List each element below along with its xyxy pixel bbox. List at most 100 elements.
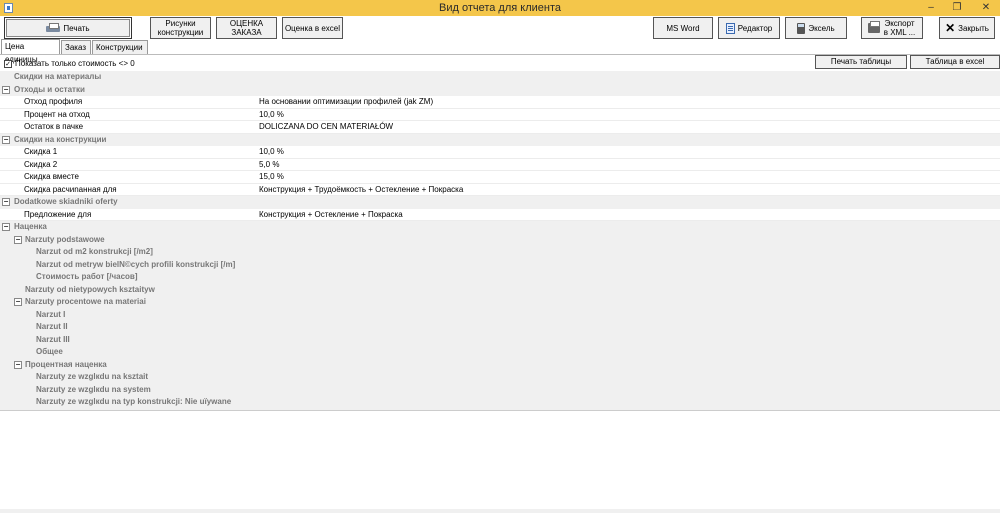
show-nonzero-label: Показать только стоимость <> 0 bbox=[15, 59, 135, 68]
tree-node[interactable]: Narzuty ze wzglкdu na system bbox=[0, 383, 1000, 396]
tree-node-label: Narzut III bbox=[36, 334, 70, 344]
tree-node-label: Narzuty procentowe na materiai bbox=[25, 297, 146, 306]
grid-row-value[interactable]: На основании оптимизации профилей (jak Z… bbox=[259, 96, 433, 108]
tree-node-label: Narzuty ze wzglкdu na system bbox=[36, 384, 151, 394]
ms-word-button-label: MS Word bbox=[666, 23, 700, 33]
tab-order[interactable]: Заказ bbox=[61, 40, 91, 54]
tree-node-label: Narzuty od nietypowych ksztaitуw bbox=[25, 284, 155, 294]
tree-node[interactable]: − Наценка bbox=[0, 221, 1000, 234]
close-icon: ✕ bbox=[945, 20, 956, 35]
grid-row-value[interactable]: DOLICZANA DO CEN MATERIAŁÓW bbox=[259, 121, 393, 133]
grid-row-label: Процент на отход bbox=[24, 109, 90, 119]
tree-node[interactable]: Narzuty od nietypowych ksztaitуw bbox=[0, 283, 1000, 296]
printer-icon bbox=[46, 23, 61, 33]
restore-button[interactable]: ❐ bbox=[944, 0, 970, 16]
show-nonzero-checkbox[interactable]: ✓ bbox=[4, 59, 12, 68]
grid-row-value[interactable]: 10,0 % bbox=[259, 109, 284, 121]
title-bar: Вид отчета для клиента – ❐ ✕ bbox=[0, 0, 1000, 16]
excel-button-label: Эксель bbox=[808, 23, 835, 33]
tree-node-label: Общее bbox=[36, 347, 63, 356]
grid-category-label: Скидки на конструкции bbox=[14, 134, 107, 144]
print-button[interactable]: Печать bbox=[4, 17, 132, 39]
grid-category[interactable]: − Отходы и остатки bbox=[0, 83, 1000, 96]
editor-button[interactable]: Редактор bbox=[718, 17, 780, 39]
calculator-icon bbox=[797, 22, 806, 34]
markup-tree: − Наценка − Narzuty podstawowe Narzut od… bbox=[0, 221, 1000, 410]
excel-button[interactable]: Эксель bbox=[785, 17, 847, 39]
xml-export-button[interactable]: Экспорт в XML ... bbox=[861, 17, 923, 39]
collapse-icon[interactable]: − bbox=[14, 298, 22, 306]
close-button[interactable]: ✕ Закрыть bbox=[939, 17, 995, 39]
tree-node-label: Наценка bbox=[14, 222, 47, 231]
tree-node-label: Narzut I bbox=[36, 309, 66, 319]
grid-category[interactable]: − Dodatkowe skiadniki oferty bbox=[0, 196, 1000, 209]
order-eval-button-label: ОЦЕНКА ЗАКАЗА bbox=[229, 19, 264, 37]
grid-row[interactable]: Скидка расчиnанная для Конструкция + Тру… bbox=[0, 183, 1000, 196]
grid-row-value[interactable]: 15,0 % bbox=[259, 171, 284, 183]
tree-node-label: Стоимость работ [/часов] bbox=[36, 272, 138, 281]
tab-constructions[interactable]: Конструкции bbox=[92, 40, 148, 54]
collapse-icon[interactable]: − bbox=[2, 198, 10, 206]
print-table-button[interactable]: Печать таблицы bbox=[815, 55, 907, 69]
grid-row-value[interactable]: 5,0 % bbox=[259, 159, 279, 171]
grid-row[interactable]: Скидка 1 10,0 % bbox=[0, 146, 1000, 159]
tree-node-label: Narzuty podstawowe bbox=[25, 234, 105, 244]
tree-node[interactable]: Narzut III bbox=[0, 333, 1000, 346]
document-icon bbox=[725, 22, 735, 34]
grid-bottom-divider bbox=[0, 410, 1000, 411]
tree-node[interactable]: Narzuty ze wzglкdu na ksztait bbox=[0, 371, 1000, 384]
tree-node[interactable]: Narzut od metryw bielN©cych profili kons… bbox=[0, 258, 1000, 271]
grid-row[interactable]: Отход профиля На основании оптимизации п… bbox=[0, 96, 1000, 109]
collapse-icon[interactable]: − bbox=[14, 235, 22, 244]
tree-node[interactable]: − Narzuty podstawowe bbox=[0, 233, 1000, 246]
drawings-button[interactable]: Рисунки конструкции bbox=[150, 17, 211, 39]
tab-unit-price[interactable]: Цена единицы bbox=[1, 39, 60, 64]
grid-row-value[interactable]: 10,0 % bbox=[259, 146, 284, 158]
table-excel-button[interactable]: Таблица в excel bbox=[910, 55, 1000, 69]
grid-category-label: Dodatkowe skiadniki oferty bbox=[14, 197, 118, 206]
ms-word-button[interactable]: MS Word bbox=[653, 17, 713, 39]
grid-row-value[interactable]: Конструкция + Трудоёмкость + Остекление … bbox=[259, 184, 463, 196]
grid-row-label: Скидка 2 bbox=[24, 159, 58, 169]
close-button-label: Закрыть bbox=[958, 23, 989, 33]
tree-node-label: Процентная наценка bbox=[25, 359, 107, 369]
grid-category-label: Отходы и остатки bbox=[14, 84, 85, 94]
export-icon bbox=[867, 21, 880, 33]
grid-row[interactable]: Предложение для Конструкция + Остекление… bbox=[0, 208, 1000, 221]
tree-node[interactable]: Общее bbox=[0, 346, 1000, 359]
grid-row[interactable]: Остаток в пачке DOLICZANA DO CEN MATERIA… bbox=[0, 121, 1000, 134]
collapse-icon[interactable]: − bbox=[2, 223, 10, 231]
tree-node-label: Narzut II bbox=[36, 322, 68, 331]
close-window-button[interactable]: ✕ bbox=[972, 0, 1000, 16]
tree-node-label: Narzut od metryw bielN©cych profili kons… bbox=[36, 259, 236, 269]
excel-eval-button[interactable]: Оценка в excel bbox=[282, 17, 343, 39]
tree-node[interactable]: Narzut od m2 konstrukcji [/m2] bbox=[0, 246, 1000, 259]
window-title: Вид отчета для клиента bbox=[438, 2, 561, 14]
collapse-icon[interactable]: − bbox=[14, 360, 22, 369]
collapse-icon[interactable]: − bbox=[2, 135, 10, 144]
show-nonzero-option[interactable]: ✓ Показать только стоимость <> 0 bbox=[4, 58, 135, 69]
tree-node[interactable]: Стоимость работ [/часов] bbox=[0, 271, 1000, 284]
property-grid: Скидки на материалы − Отходы и остатки О… bbox=[0, 71, 1000, 221]
tree-node[interactable]: Narzut I bbox=[0, 308, 1000, 321]
xml-export-button-label: Экспорт в XML ... bbox=[883, 19, 916, 37]
grid-category[interactable]: Скидки на материалы bbox=[0, 71, 1000, 84]
collapse-icon[interactable]: − bbox=[2, 85, 10, 94]
tree-node[interactable]: − Narzuty procentowe na materiai bbox=[0, 296, 1000, 309]
tree-node-label: Narzuty ze wzglкdu na ksztait bbox=[36, 372, 149, 381]
print-button-label: Печать bbox=[63, 23, 90, 33]
grid-row-label: Скидка вместе bbox=[24, 172, 79, 181]
minimize-button[interactable]: – bbox=[918, 0, 944, 16]
tree-node[interactable]: Narzuty ze wzglкdu na typ konstrukcjі: N… bbox=[0, 396, 1000, 409]
grid-row[interactable]: Скидка вместе 15,0 % bbox=[0, 171, 1000, 184]
tree-node-label: Narzuty ze wzglкdu na typ konstrukcjі: N… bbox=[36, 397, 232, 406]
tree-node[interactable]: Narzut II bbox=[0, 321, 1000, 334]
grid-row-value[interactable]: Конструкция + Остекление + Покраска bbox=[259, 209, 403, 221]
grid-row[interactable]: Скидка 2 5,0 % bbox=[0, 158, 1000, 171]
grid-category[interactable]: − Скидки на конструкции bbox=[0, 133, 1000, 146]
grid-row[interactable]: Процент на отход 10,0 % bbox=[0, 108, 1000, 121]
order-eval-button[interactable]: ОЦЕНКА ЗАКАЗА bbox=[216, 17, 277, 39]
editor-button-label: Редактор bbox=[737, 23, 773, 33]
tree-node[interactable]: − Процентная наценка bbox=[0, 358, 1000, 371]
status-strip bbox=[0, 509, 1000, 513]
